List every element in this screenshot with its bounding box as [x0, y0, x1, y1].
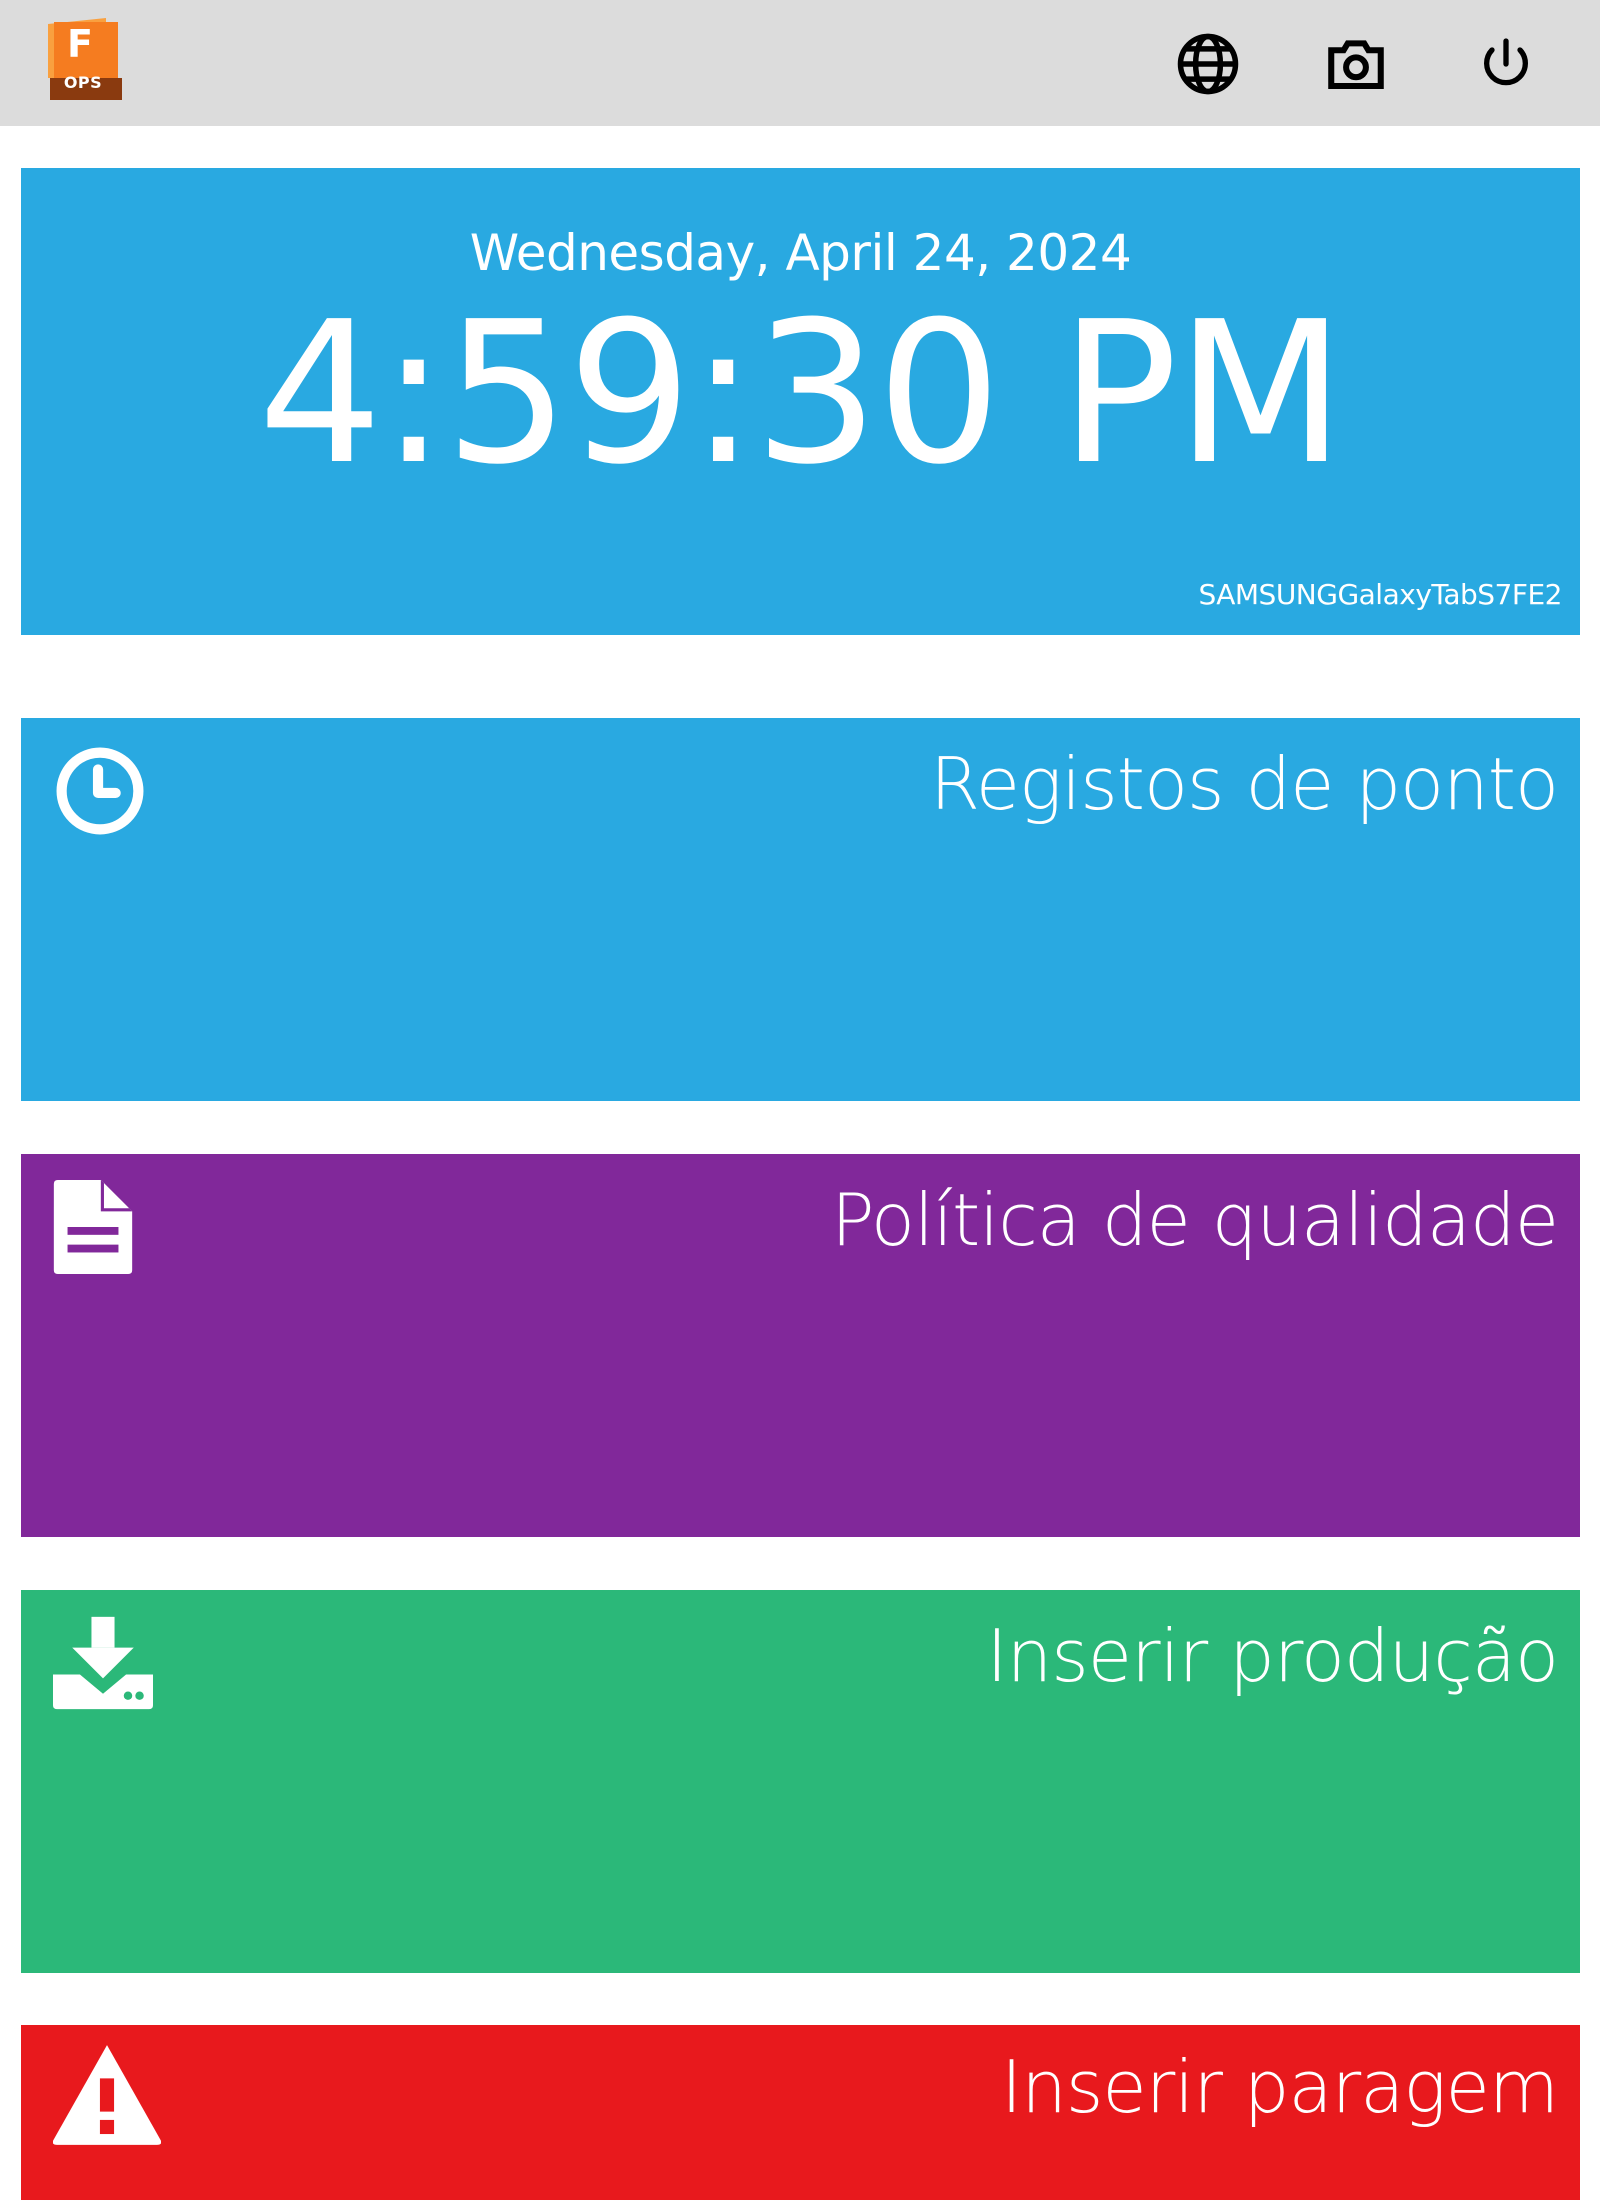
tile-inserir-paragem[interactable]: Inserir paragem — [21, 2025, 1580, 2200]
warning-icon — [52, 2045, 162, 2149]
clock-panel: Wednesday, April 24, 2024 4:59:30 PM SAM… — [21, 168, 1580, 635]
tile-politica-de-qualidade[interactable]: Política de qualidade — [21, 1154, 1580, 1537]
tile-label: Registos de ponto — [929, 742, 1559, 826]
tile-label: Política de qualidade — [831, 1178, 1559, 1262]
device-name: SAMSUNGGalaxyTabS7FE2 — [1198, 578, 1562, 611]
current-time: 4:59:30 PM — [257, 280, 1345, 508]
current-date: Wednesday, April 24, 2024 — [469, 224, 1132, 282]
logo-letter: F — [67, 22, 93, 66]
tile-label: Inserir paragem — [1001, 2045, 1559, 2129]
document-icon — [53, 1180, 133, 1278]
globe-icon[interactable] — [1172, 28, 1244, 100]
power-icon[interactable] — [1470, 28, 1542, 100]
tile-registos-de-ponto[interactable]: Registos de ponto — [21, 718, 1580, 1101]
download-icon — [53, 1616, 153, 1714]
clock-icon — [53, 744, 147, 842]
tile-inserir-producao[interactable]: Inserir produção — [21, 1590, 1580, 1973]
camera-icon[interactable] — [1320, 28, 1392, 100]
tile-label: Inserir produção — [986, 1614, 1559, 1698]
top-bar: F OPS — [0, 0, 1600, 126]
app-logo: F OPS — [42, 18, 124, 102]
logo-text: OPS — [63, 73, 103, 92]
